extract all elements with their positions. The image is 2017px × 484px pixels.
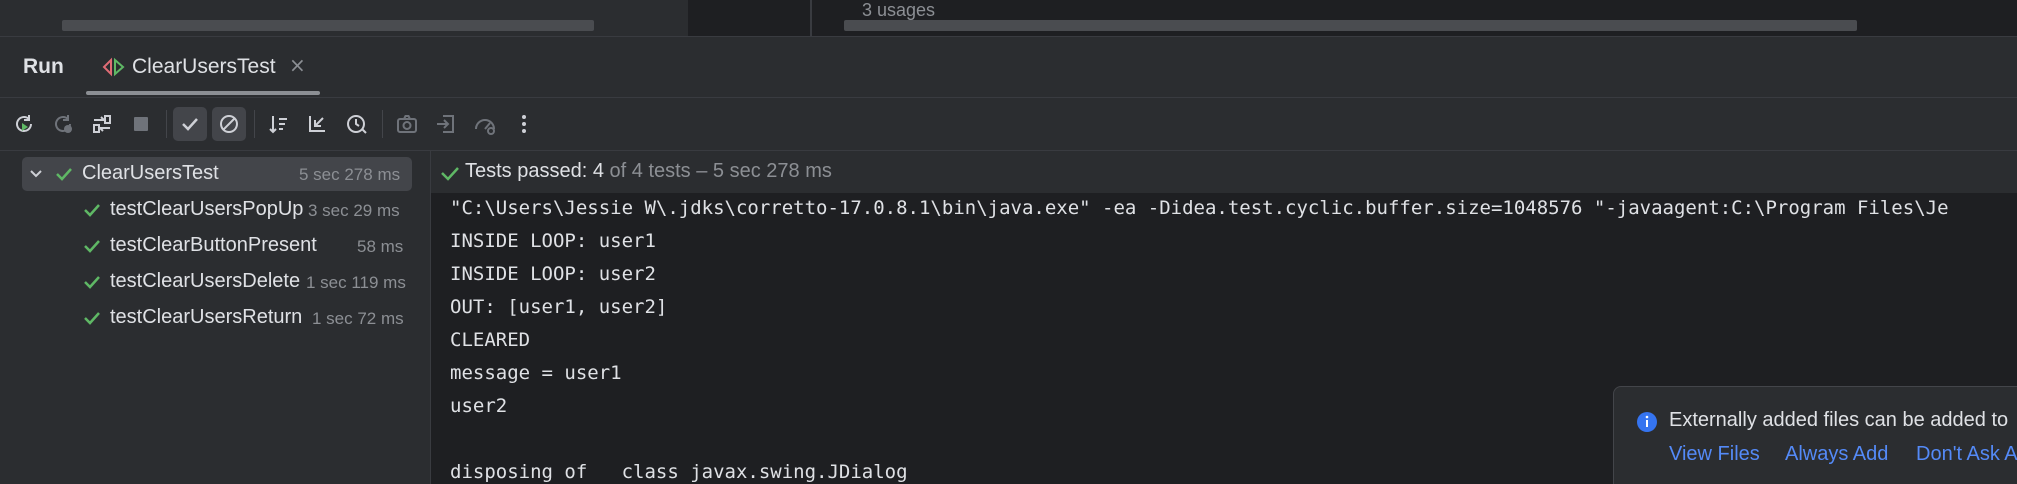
rerun-button[interactable] <box>7 107 41 141</box>
toolbar-separator <box>166 110 167 138</box>
test-tree-item[interactable]: testClearUsersPopUp 3 sec 29 ms <box>22 193 412 227</box>
view-files-link[interactable]: View Files <box>1669 443 1760 466</box>
rerun-failed-icon <box>55 115 72 133</box>
sort-button[interactable] <box>262 107 296 141</box>
active-tab-indicator <box>86 91 320 95</box>
toggle-auto-test-icon <box>93 115 111 133</box>
dont-ask-again-link[interactable]: Don't Ask A <box>1916 443 2017 466</box>
test-status-bar: Tests passed: 4 of 4 tests – 5 sec 278 m… <box>431 151 2017 193</box>
coverage-icon <box>475 119 495 135</box>
show-ignored-icon <box>220 115 238 133</box>
console-line: "C:\Users\Jessie W\.jdks\corretto-17.0.8… <box>450 197 1949 219</box>
passed-check-icon <box>441 167 459 181</box>
console-line: disposing of class javax.swing.JDialog <box>450 461 908 483</box>
test-duration: 5 sec 278 ms <box>299 165 401 184</box>
stop-icon <box>134 117 148 131</box>
test-tree-item[interactable]: testClearUsersReturn 1 sec 72 ms <box>22 301 412 335</box>
test-tree: ClearUsersTest 5 sec 278 ms testClearUse… <box>0 151 430 484</box>
show-passed-button[interactable] <box>173 107 207 141</box>
notification-balloon: Externally added files can be added to V… <box>1613 386 2017 484</box>
console-line: OUT: [user1, user2] <box>450 296 668 318</box>
close-icon[interactable]: × <box>289 53 306 77</box>
status-passed: Tests passed: 4 <box>465 160 604 182</box>
import-icon <box>437 115 454 133</box>
show-ignored-button[interactable] <box>212 107 246 141</box>
test-name: testClearUsersDelete <box>110 270 301 292</box>
console-line: message = user1 <box>450 362 622 384</box>
editor-divider <box>810 0 812 36</box>
tab-clear-users-test[interactable]: ClearUsersTest × <box>86 37 320 97</box>
horizontal-scrollbar-left[interactable] <box>62 20 594 31</box>
camera-icon <box>397 115 417 133</box>
more-icon <box>522 115 526 133</box>
history-button[interactable] <box>340 107 374 141</box>
editor-gutter-area <box>688 0 810 36</box>
passed-check-icon <box>56 168 72 181</box>
console-line: CLEARED <box>450 329 531 351</box>
collapse-icon <box>309 116 325 132</box>
console-line: INSIDE LOOP: user1 <box>450 230 656 252</box>
sort-icon <box>269 116 287 134</box>
usages-hint[interactable]: 3 usages <box>862 0 935 21</box>
passed-check-icon <box>84 240 100 253</box>
info-icon <box>1637 412 1657 432</box>
passed-check-icon <box>84 312 100 325</box>
coverage-button[interactable] <box>468 107 502 141</box>
import-button[interactable] <box>429 107 463 141</box>
horizontal-scrollbar-right[interactable] <box>844 20 1857 31</box>
chevron-down-icon[interactable] <box>28 165 44 181</box>
notification-text: Externally added files can be added to <box>1669 409 2009 431</box>
toolbar-separator <box>254 110 255 138</box>
test-tree-item[interactable]: testClearUsersDelete 1 sec 119 ms <box>22 265 412 299</box>
test-duration: 3 sec 29 ms <box>308 201 400 220</box>
always-add-link[interactable]: Always Add <box>1785 443 1888 466</box>
rerun-icon <box>16 115 32 132</box>
console-line: INSIDE LOOP: user2 <box>450 263 656 285</box>
run-config-icon <box>102 56 126 78</box>
status-summary: Tests passed: 4 of 4 tests – 5 sec 278 m… <box>465 160 832 183</box>
show-passed-icon <box>182 118 198 131</box>
collapse-button[interactable] <box>300 107 334 141</box>
test-name: testClearButtonPresent <box>110 234 317 256</box>
more-button[interactable] <box>507 107 541 141</box>
test-duration: 1 sec 119 ms <box>306 273 406 292</box>
test-name: testClearUsersPopUp <box>110 198 303 220</box>
test-name: testClearUsersReturn <box>110 306 303 328</box>
test-duration: 1 sec 72 ms <box>312 309 404 328</box>
run-panel-title: Run <box>23 55 64 78</box>
test-tree-item[interactable]: testClearButtonPresent 58 ms <box>22 229 412 263</box>
run-tabbar: Run ClearUsersTest × <box>0 37 2017 97</box>
stop-button[interactable] <box>124 107 158 141</box>
console-line: user2 <box>450 395 508 417</box>
test-tree-root[interactable]: ClearUsersTest 5 sec 278 ms <box>22 157 412 191</box>
status-detail: of 4 tests – 5 sec 278 ms <box>603 160 832 182</box>
editor-strip: 3 usages <box>0 0 2017 36</box>
run-toolbar <box>0 98 2017 150</box>
toolbar-separator <box>382 110 383 138</box>
passed-check-icon <box>84 204 100 217</box>
history-icon <box>347 115 367 134</box>
test-name: ClearUsersTest <box>82 162 219 184</box>
toggle-auto-test-button[interactable] <box>85 107 119 141</box>
camera-button[interactable] <box>390 107 424 141</box>
test-duration: 58 ms <box>357 237 404 256</box>
passed-check-icon <box>84 276 100 289</box>
rerun-failed-button[interactable] <box>46 107 80 141</box>
tab-label: ClearUsersTest <box>132 55 276 78</box>
